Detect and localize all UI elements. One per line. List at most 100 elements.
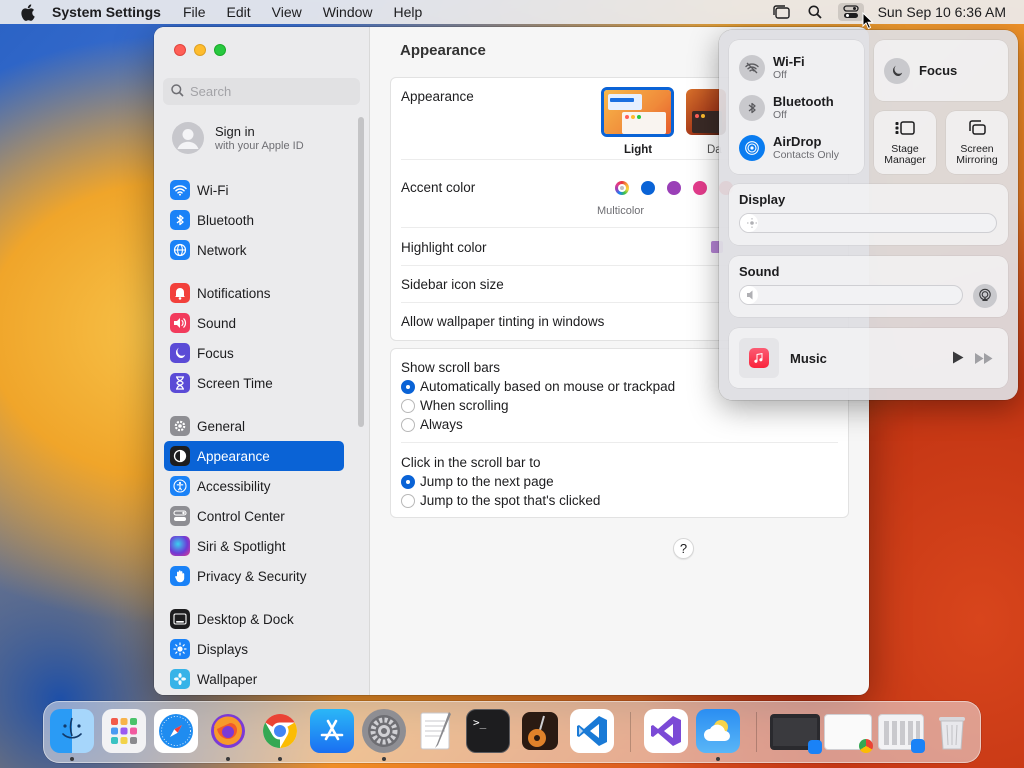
bluetooth-toggle[interactable]: Bluetooth Off: [739, 94, 834, 121]
launchpad-icon[interactable]: [102, 709, 146, 753]
sidebar-item-notifications[interactable]: Notifications: [164, 278, 344, 308]
volume-icon: [746, 289, 758, 304]
minimize-button[interactable]: [194, 44, 206, 56]
vscode-icon[interactable]: [570, 709, 614, 753]
apple-menu-icon[interactable]: [18, 3, 36, 21]
help-button[interactable]: ?: [673, 538, 694, 559]
accent-pink-swatch[interactable]: [693, 181, 707, 195]
stage-manager-status-icon[interactable]: [770, 3, 792, 21]
fast-forward-icon[interactable]: [975, 352, 993, 367]
bluetooth-icon: [170, 210, 190, 230]
airdrop-toggle[interactable]: AirDrop Contacts Only: [739, 134, 839, 161]
music-label: Music: [790, 351, 827, 366]
weather-icon[interactable]: [696, 709, 740, 753]
volume-slider[interactable]: [739, 285, 963, 305]
minimized-window-3-icon[interactable]: [878, 714, 925, 753]
menu-edit[interactable]: Edit: [227, 4, 251, 20]
siri-icon: [170, 536, 190, 556]
scrollbar-auto-radio[interactable]: [401, 380, 415, 394]
minimized-window-2-icon[interactable]: [824, 714, 873, 753]
moon-icon: [170, 343, 190, 363]
show-scroll-bars-label: Show scroll bars: [401, 360, 501, 375]
sidebar-item-network[interactable]: Network: [164, 235, 344, 265]
apple-id-signin[interactable]: Sign in with your Apple ID: [172, 122, 304, 154]
trash-icon[interactable]: [930, 709, 974, 753]
sidebar-item-accessibility[interactable]: Accessibility: [164, 471, 344, 501]
menu-view[interactable]: View: [272, 4, 302, 20]
menu-file[interactable]: File: [183, 4, 206, 20]
click-spot-radio[interactable]: [401, 494, 415, 508]
sidebar: Sign in with your Apple ID Wi-Fi Bluetoo…: [154, 27, 370, 695]
wallpaper-tinting-label: Allow wallpaper tinting in windows: [401, 314, 605, 329]
scrollbar-always-label[interactable]: Always: [420, 417, 463, 432]
safari-icon[interactable]: [154, 709, 198, 753]
click-spot-label[interactable]: Jump to the spot that's clicked: [420, 493, 600, 508]
scrollbar-when-scrolling-label[interactable]: When scrolling: [420, 398, 509, 413]
sidebar-item-label: Displays: [197, 641, 249, 657]
zoom-button[interactable]: [214, 44, 226, 56]
screen-mirroring-icon: [967, 119, 987, 140]
terminal-icon[interactable]: >_: [466, 709, 510, 753]
sidebar-item-control-center[interactable]: Control Center: [164, 501, 344, 531]
finder-icon[interactable]: [50, 709, 94, 753]
wifi-toggle[interactable]: Wi-Fi Off: [739, 54, 805, 81]
control-center-status-icon[interactable]: [837, 3, 864, 21]
sidebar-item-focus[interactable]: Focus: [164, 338, 344, 368]
textedit-icon[interactable]: [414, 709, 458, 753]
focus-tile[interactable]: Focus: [874, 40, 1008, 101]
chrome-icon[interactable]: [258, 709, 302, 753]
display-brightness-slider[interactable]: [739, 213, 997, 233]
apple-id-title: Sign in: [215, 124, 255, 139]
sidebar-item-wallpaper[interactable]: Wallpaper: [164, 664, 344, 694]
spotlight-icon[interactable]: [804, 3, 826, 21]
sidebar-item-label: Appearance: [197, 448, 270, 464]
click-next-page-radio[interactable]: [401, 475, 415, 489]
scrollbar-when-scrolling-radio[interactable]: [401, 399, 415, 413]
search-field[interactable]: [163, 78, 360, 105]
menu-help[interactable]: Help: [394, 4, 423, 20]
scrollbar-auto-label[interactable]: Automatically based on mouse or trackpad: [420, 379, 675, 394]
sidebar-item-wifi[interactable]: Wi-Fi: [164, 175, 344, 205]
accent-multicolor-swatch[interactable]: [615, 181, 629, 195]
sidebar-item-sound[interactable]: Sound: [164, 308, 344, 338]
stage-manager-tile[interactable]: Stage Manager: [874, 111, 936, 174]
mouse-cursor-icon: [862, 12, 874, 30]
accent-blue-swatch[interactable]: [641, 181, 655, 195]
airplay-audio-button[interactable]: [973, 284, 997, 308]
sidebar-item-appearance[interactable]: Appearance: [164, 441, 344, 471]
menu-window[interactable]: Window: [323, 4, 373, 20]
search-input[interactable]: [190, 84, 350, 99]
sidebar-item-siri-spotlight[interactable]: Siri & Spotlight: [164, 531, 344, 561]
stage-manager-label-2: Manager: [884, 154, 926, 166]
play-icon[interactable]: [952, 351, 964, 367]
accent-purple-swatch[interactable]: [667, 181, 681, 195]
visual-studio-icon[interactable]: [644, 709, 688, 753]
sidebar-item-bluetooth[interactable]: Bluetooth: [164, 205, 344, 235]
brightness-icon: [746, 217, 758, 232]
sidebar-item-desktop-dock[interactable]: Desktop & Dock: [164, 604, 344, 634]
appearance-light-option[interactable]: [601, 87, 674, 137]
click-next-page-label[interactable]: Jump to the next page: [420, 474, 554, 489]
firefox-icon[interactable]: [206, 709, 250, 753]
garageband-icon[interactable]: [518, 709, 562, 753]
sidebar-item-displays[interactable]: Displays: [164, 634, 344, 664]
scrollbar-always-radio[interactable]: [401, 418, 415, 432]
menu-clock[interactable]: Sun Sep 10 6:36 AM: [878, 4, 1006, 20]
sidebar-item-screen-time[interactable]: Screen Time: [164, 368, 344, 398]
sidebar-icon-size-label: Sidebar icon size: [401, 277, 504, 292]
system-settings-icon[interactable]: [362, 709, 406, 753]
minimized-window-1-icon[interactable]: [770, 714, 822, 754]
app-menu[interactable]: System Settings: [52, 4, 161, 20]
sidebar-item-general[interactable]: General: [164, 411, 344, 441]
sidebar-item-privacy-security[interactable]: Privacy & Security: [164, 561, 344, 591]
gear-icon: [170, 416, 190, 436]
hourglass-icon: [170, 373, 190, 393]
sidebar-list: Wi-Fi Bluetooth Network Notifications So…: [164, 175, 344, 694]
bell-icon: [170, 283, 190, 303]
sidebar-scrollbar[interactable]: [358, 117, 364, 427]
sidebar-item-label: Accessibility: [197, 478, 271, 494]
app-store-icon[interactable]: [310, 709, 354, 753]
screen-mirroring-tile[interactable]: Screen Mirroring: [946, 111, 1008, 174]
speaker-icon: [170, 313, 190, 333]
close-button[interactable]: [174, 44, 186, 56]
